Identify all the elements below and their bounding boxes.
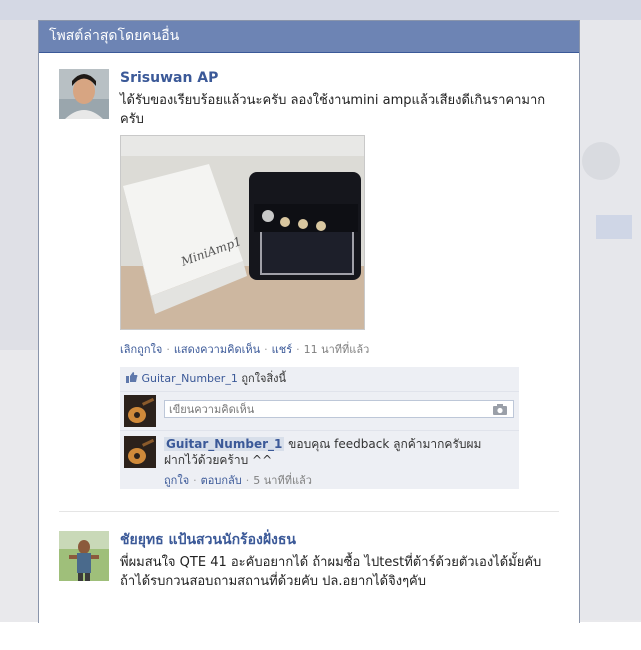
background-topbar xyxy=(0,0,641,20)
share-link[interactable]: แชร์ xyxy=(272,343,292,356)
post: ชัยยุทธ แป้นสวนนักร้องฝั่งธน พี่ผมสนใจ Q… xyxy=(59,531,559,623)
post-message: ได้รับของเรียบร้อยแล้วนะครับ ลองใช้งานmi… xyxy=(120,93,546,127)
camera-icon[interactable] xyxy=(493,404,507,415)
likes-row: Guitar_Number_1 ถูกใจสิ่งนี้ xyxy=(120,367,519,392)
comment-input[interactable]: เขียนความคิดเห็น xyxy=(164,400,514,418)
show-comments-link[interactable]: แสดงความคิดเห็น xyxy=(174,343,260,356)
comment-input-placeholder: เขียนความคิดเห็น xyxy=(169,403,255,416)
avatar[interactable] xyxy=(59,531,109,581)
comment-input-row: เขียนความคิดเห็น xyxy=(120,392,519,431)
likes-text: ถูกใจสิ่งนี้ xyxy=(241,372,287,385)
unlike-link[interactable]: เลิกถูกใจ xyxy=(120,343,162,356)
comment-actions: ถูกใจ · ตอบกลับ · 5 นาทีที่แล้ว xyxy=(164,474,312,487)
background-avatar xyxy=(582,142,620,180)
comment-author[interactable]: Guitar_Number_1 xyxy=(164,437,285,451)
comment-reply-link[interactable]: ตอบกลับ xyxy=(201,474,242,487)
dialog-title: โพสต์ล่าสุดโดยคนอื่น xyxy=(39,21,579,53)
amp-photo[interactable]: MiniAmp1 xyxy=(120,135,365,330)
post-message: พี่ผมสนใจ QTE 41 อะคับอยากได้ ถ้าผมซื้อ … xyxy=(120,555,542,589)
post-timestamp[interactable]: 11 นาทีที่แล้ว xyxy=(304,343,370,356)
comment-timestamp[interactable]: 5 นาทีที่แล้ว xyxy=(253,474,312,487)
post-author[interactable]: Srisuwan AP xyxy=(120,69,560,87)
liker-name[interactable]: Guitar_Number_1 xyxy=(142,372,238,385)
guitar-avatar[interactable] xyxy=(124,395,156,427)
background-button xyxy=(596,215,632,239)
post: Srisuwan AP ได้รับของเรียบร้อยแล้วนะครับ… xyxy=(59,69,559,509)
recent-posts-dialog: โพสต์ล่าสุดโดยคนอื่น Srisuwan AP ได้รับข… xyxy=(38,20,580,623)
avatar[interactable] xyxy=(59,69,109,119)
background-right-panel xyxy=(578,20,641,620)
comment-like-link[interactable]: ถูกใจ xyxy=(164,474,189,487)
post-body: Srisuwan AP ได้รับของเรียบร้อยแล้วนะครับ… xyxy=(120,69,560,489)
comment-text: Guitar_Number_1 ขอบคุณ feedback ลูกค้ามา… xyxy=(164,436,504,468)
commenter-avatar[interactable] xyxy=(124,436,156,468)
post-author[interactable]: ชัยยุทธ แป้นสวนนักร้องฝั่งธน xyxy=(120,531,560,549)
post-body: ชัยยุทธ แป้นสวนนักร้องฝั่งธน พี่ผมสนใจ Q… xyxy=(120,531,560,591)
post-actions: เลิกถูกใจ · แสดงความคิดเห็น · แชร์ · 11 นาทีที… xyxy=(120,343,370,356)
background-bottom xyxy=(0,622,641,650)
background-left-panel xyxy=(0,20,38,350)
post-divider xyxy=(59,511,559,512)
feedback-box: Guitar_Number_1 ถูกใจสิ่งนี้ เขียนความคิ… xyxy=(120,367,519,489)
comment: Guitar_Number_1 ขอบคุณ feedback ลูกค้ามา… xyxy=(120,431,519,489)
thumbs-up-icon xyxy=(126,372,138,383)
